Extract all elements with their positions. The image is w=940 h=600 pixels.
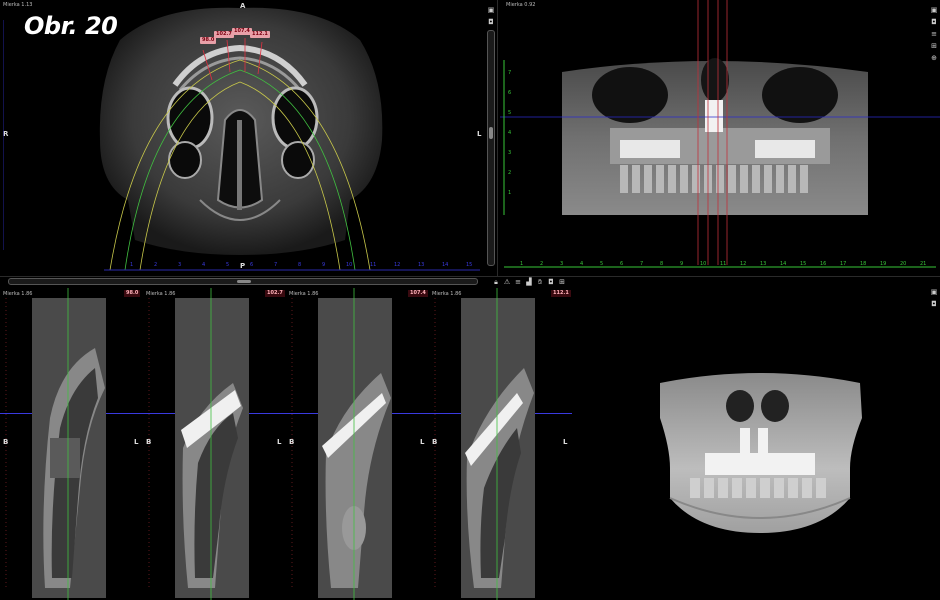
axial-horizontal-slider[interactable]: [8, 278, 478, 285]
axial-tag-2: 102.7: [214, 31, 234, 38]
axial-tag-4: 112.1: [250, 31, 270, 38]
layers-icon[interactable]: ≡: [514, 278, 522, 286]
cross-section-toolbar: 🔒︎ ⚠ ≡ ▟ ✋︎ ◘ ⊞: [492, 278, 572, 288]
lock-icon[interactable]: 🔒︎: [492, 278, 500, 286]
zoom-icon[interactable]: ⊕: [930, 54, 938, 62]
cross-section-3-left: B: [289, 438, 295, 446]
panoramic-view[interactable]: Mierka 0.92 7 6 5 4 3 2 1 1 2 3 4 5 6 7 …: [500, 0, 940, 276]
crop-icon[interactable]: ▟: [525, 278, 533, 286]
axial-tag-1: 98.0: [200, 37, 217, 44]
cross-section-1-right: L: [134, 438, 139, 446]
cross-section-2-image: [148, 288, 249, 600]
camera-icon[interactable]: ◘: [930, 300, 938, 308]
cross-section-panel: Mierka 1.86 98.0 B L Mierka 1.86 102.7 B…: [0, 288, 580, 600]
render-side-toolbar: ▣ ◘: [930, 288, 940, 318]
axial-slice-slider[interactable]: [487, 30, 495, 266]
panoramic-ct-image: [500, 0, 940, 268]
hand-icon[interactable]: ✋︎: [536, 278, 544, 286]
cross-section-1-image: [5, 288, 106, 600]
panoramic-bottom-ruler: 1 2 3 4 5 6 7 8 9 10 11 12 13 14 15 16 1…: [520, 261, 927, 267]
axial-ct-image: [3, 7, 480, 271]
axial-tag-3: 107.4: [232, 28, 252, 35]
cross-section-3-right: L: [420, 438, 425, 446]
cbct-viewer: Mierka 1.13 A R L P 98.0 102.7 107.4 112…: [0, 0, 940, 600]
figure-label: Obr. 20: [24, 12, 118, 40]
cross-section-4[interactable]: Mierka 1.86 112.1 B L: [429, 288, 572, 600]
axial-side-toolbar: ▣ ◘: [487, 6, 497, 30]
cross-section-4-left: B: [432, 438, 438, 446]
cross-section-3-image: [291, 288, 392, 600]
cross-section-2-right: L: [277, 438, 282, 446]
vertical-divider: [497, 0, 498, 276]
layers-icon[interactable]: ≡: [930, 30, 938, 38]
axial-horizontal-thumb[interactable]: [237, 280, 251, 283]
cross-section-1-left: B: [3, 438, 9, 446]
axial-bottom-ruler-ticks: 1 2 3 4 5 6 7 8 9 10 11 12 13 14 15: [130, 262, 473, 268]
warning-icon[interactable]: ⚠: [503, 278, 511, 286]
grid-icon[interactable]: ⊞: [558, 278, 566, 286]
grid-icon[interactable]: ⊞: [930, 42, 938, 50]
reset-icon[interactable]: ▣: [930, 6, 938, 14]
axial-view[interactable]: Mierka 1.13 A R L P 98.0 102.7 107.4 112…: [0, 0, 488, 276]
volume-render-image: [660, 373, 862, 533]
cross-section-2[interactable]: Mierka 1.86 102.7 B L: [143, 288, 286, 600]
camera-icon[interactable]: ◘: [930, 18, 938, 26]
cross-section-1[interactable]: Mierka 1.86 98.0 B L: [0, 288, 143, 600]
volume-render-view[interactable]: [580, 288, 940, 600]
cross-section-4-right: L: [563, 438, 568, 446]
axial-slice-thumb[interactable]: [489, 127, 493, 139]
cross-section-3[interactable]: Mierka 1.86 107.4 B L: [286, 288, 429, 600]
cross-section-2-left: B: [146, 438, 152, 446]
reset-icon[interactable]: ▣: [487, 6, 495, 14]
panoramic-side-toolbar: ▣ ◘ ≡ ⊞ ⊕: [930, 6, 940, 66]
camera-icon[interactable]: ◘: [547, 278, 555, 286]
horizontal-divider: [0, 276, 940, 277]
panoramic-left-ruler: 7 6 5 4 3 2 1: [508, 70, 512, 196]
camera-icon[interactable]: ◘: [487, 18, 495, 26]
cross-section-4-image: [434, 288, 535, 600]
reset-icon[interactable]: ▣: [930, 288, 938, 296]
axial-left-ruler: [3, 20, 4, 250]
